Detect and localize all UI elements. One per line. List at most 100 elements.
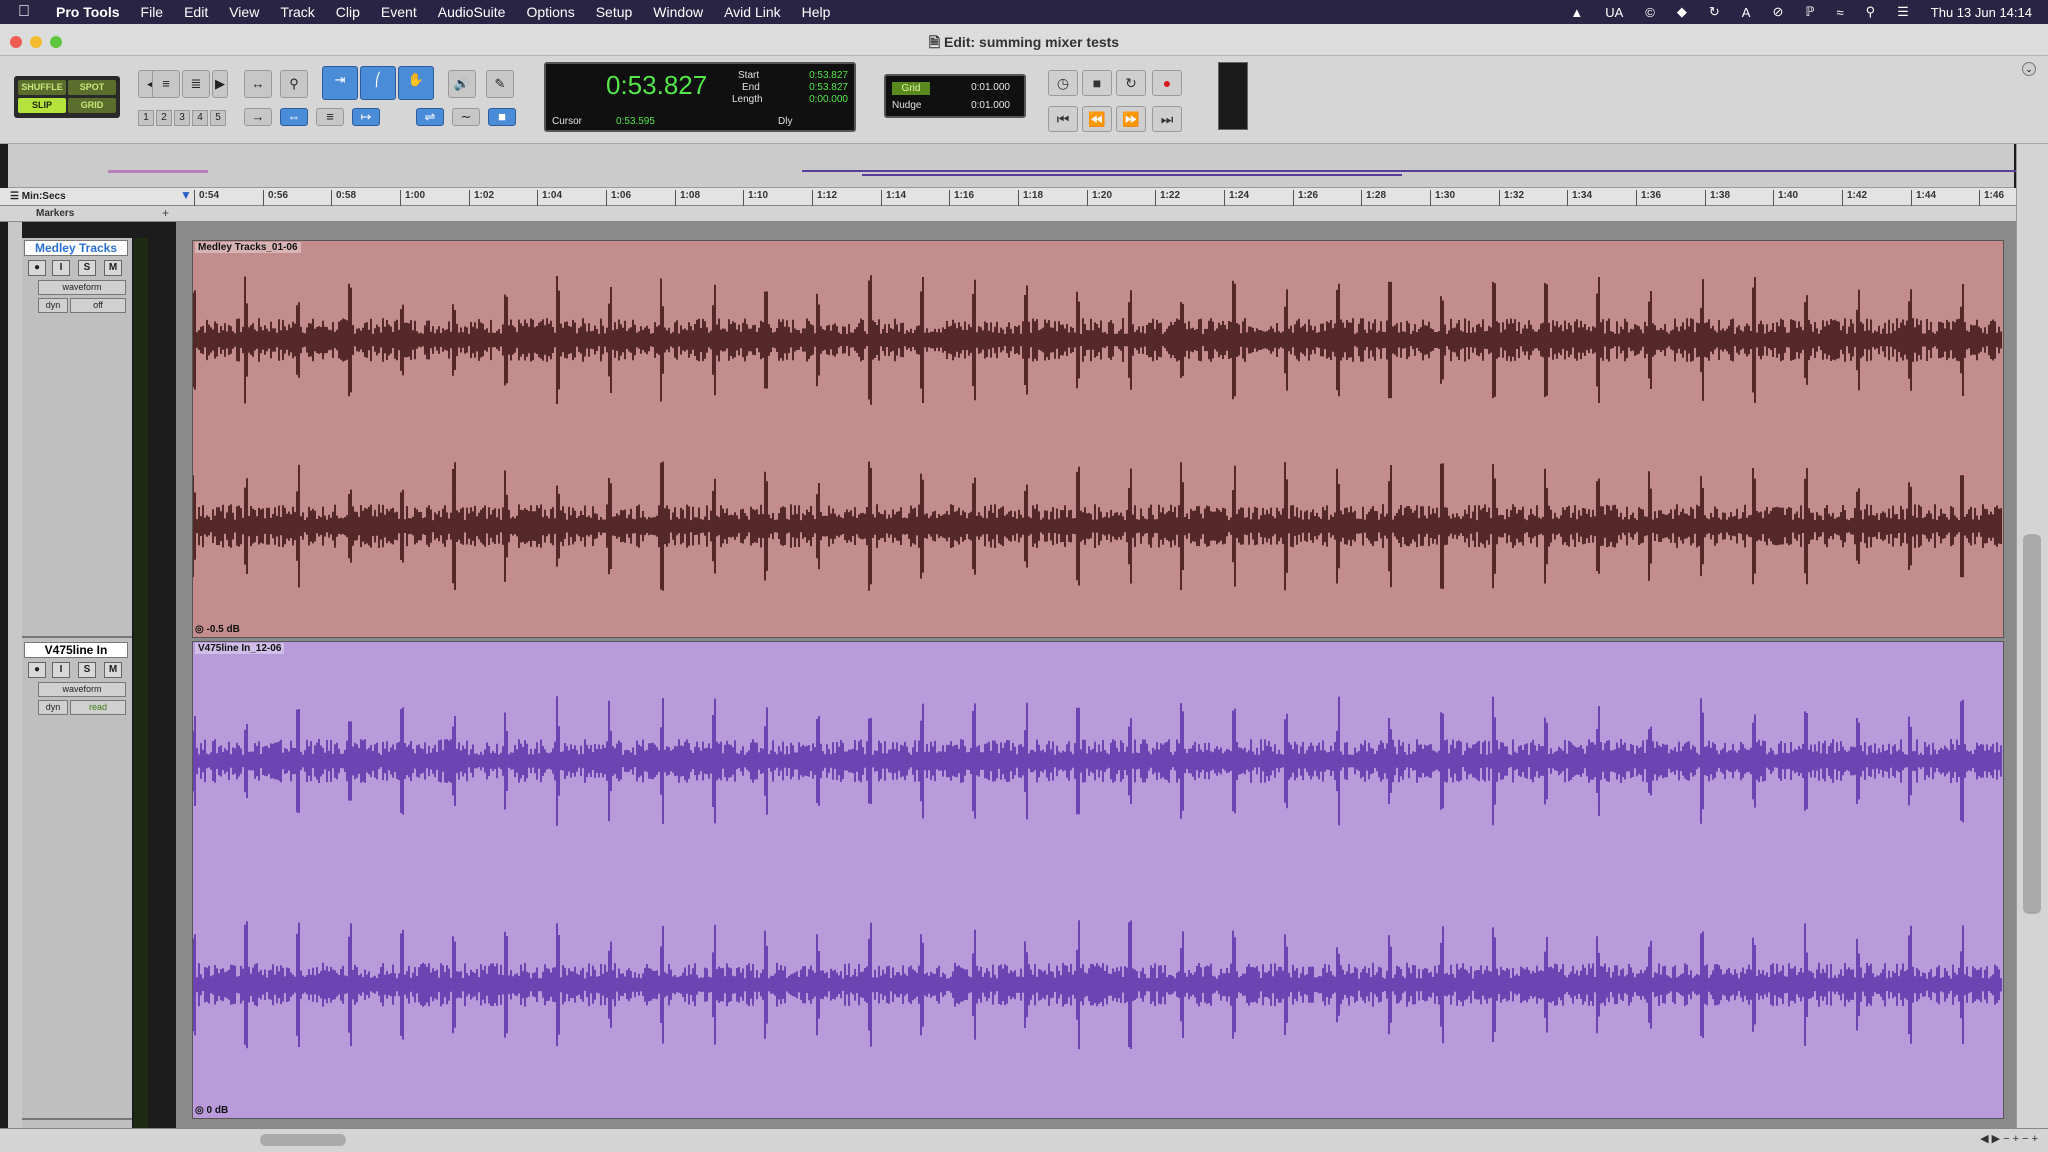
track-view-selector[interactable]: waveform xyxy=(38,682,126,697)
markers-ruler[interactable]: Markers + xyxy=(0,206,2048,222)
spot-mode-button[interactable]: SPOT xyxy=(68,80,116,95)
track-view-selector[interactable]: waveform xyxy=(38,280,126,295)
grid-value[interactable]: 0:01.000 xyxy=(971,82,1010,93)
waveform-zoom-out-icon[interactable]: ≡ xyxy=(152,70,180,98)
automation-mode-selector[interactable]: read xyxy=(70,700,126,715)
online-icon[interactable]: ◷ xyxy=(1048,70,1078,96)
min-secs-ruler[interactable]: ☰ Min:Secs ▼ 0:54 0:56 0:58 1:00 1:02 1:… xyxy=(0,188,2048,206)
scrubber-tool-icon[interactable]: 🔊 xyxy=(448,70,476,98)
audio-clip-v475[interactable]: V475line In_12-06 ◎ 0 dB xyxy=(192,641,2004,1119)
automation-mode-selector[interactable]: off xyxy=(70,298,126,313)
mute-icon[interactable]: ⊘ xyxy=(1772,4,1783,20)
menu-event[interactable]: Event xyxy=(381,4,417,20)
delay-comp-label[interactable]: Dly xyxy=(778,116,792,127)
track-header-v475[interactable]: V475line In ● I S M waveform dyn read xyxy=(22,640,132,1120)
mute-button[interactable]: M xyxy=(104,260,122,276)
input-monitor-button[interactable]: I xyxy=(52,662,70,678)
nudge-value[interactable]: 0:01.000 xyxy=(971,100,1010,111)
zoom-preset-2[interactable]: 2 xyxy=(156,110,172,126)
add-marker-icon[interactable]: + xyxy=(162,206,169,220)
wifi-icon[interactable]: ≈ xyxy=(1836,5,1843,20)
menu-options[interactable]: Options xyxy=(526,4,574,20)
zoom-toggle-button[interactable]: ↔ xyxy=(244,70,272,98)
zoom-preset-4[interactable]: 4 xyxy=(192,110,208,126)
end-value[interactable]: 0:53.827 xyxy=(809,82,848,93)
menu-track[interactable]: Track xyxy=(280,4,314,20)
insertion-follows-playback-icon[interactable]: ↦ xyxy=(352,108,380,126)
rewind-icon[interactable]: ⏪ xyxy=(1082,106,1112,132)
pencil-tool-icon[interactable]: ✎ xyxy=(486,70,514,98)
fast-forward-icon[interactable]: ⏩ xyxy=(1116,106,1146,132)
avid-status-icon[interactable]: ▲ xyxy=(1570,5,1583,20)
record-icon[interactable]: ● xyxy=(1152,70,1182,96)
copyright-icon[interactable]: © xyxy=(1645,5,1655,20)
diamond-icon[interactable]: ◆ xyxy=(1677,4,1687,20)
zoomer-tool-icon[interactable]: ⚲ xyxy=(280,70,308,98)
go-to-end-icon[interactable]: ⏭ xyxy=(1152,106,1182,132)
return-to-zero-icon[interactable]: ⏮ xyxy=(1048,106,1078,132)
waveform-zoom-in-icon[interactable]: ≣ xyxy=(182,70,210,98)
apple-icon[interactable]:  xyxy=(18,3,38,21)
universe-overview[interactable] xyxy=(8,144,2018,188)
menu-help[interactable]: Help xyxy=(802,4,831,20)
tab-to-transient-icon[interactable]: → xyxy=(244,108,272,126)
horizontal-scrollbar[interactable]: ◀ ▶ − + − + xyxy=(0,1128,2048,1152)
track-name[interactable]: Medley Tracks xyxy=(24,240,128,256)
control-center-icon[interactable]: ☰ xyxy=(1897,4,1909,20)
mute-button[interactable]: M xyxy=(104,662,122,678)
scroll-thumb[interactable] xyxy=(260,1134,346,1146)
link-timeline-edit-icon[interactable]: ⇔ xyxy=(280,108,308,126)
refresh-icon[interactable]: ↻ xyxy=(1709,4,1720,20)
stop-icon[interactable]: ■ xyxy=(1082,70,1112,96)
playhead-marker-icon[interactable]: ▼ xyxy=(180,188,194,204)
trim-tool-icon[interactable]: ⇥ xyxy=(322,66,358,100)
record-arm-button[interactable]: ● xyxy=(28,662,46,678)
edit-lock-icon[interactable]: ■ xyxy=(488,108,516,126)
length-value[interactable]: 0:00.000 xyxy=(809,94,848,105)
record-arm-button[interactable]: ● xyxy=(28,260,46,276)
menu-edit[interactable]: Edit xyxy=(184,4,208,20)
search-icon[interactable]: ⚲ xyxy=(1866,4,1876,20)
zoom-in-horizontal-button[interactable]: ▶ xyxy=(212,70,228,98)
track-header-medley[interactable]: Medley Tracks ● I S M waveform dyn off xyxy=(22,238,132,638)
keyboard-input-icon[interactable]: A xyxy=(1742,5,1751,20)
scroll-thumb[interactable] xyxy=(2023,534,2041,914)
menu-file[interactable]: File xyxy=(141,4,164,20)
zoom-controls[interactable]: ◀ ▶ − + − + xyxy=(1980,1132,2038,1145)
grabber-tool-icon[interactable]: ✋ xyxy=(398,66,434,100)
ruler-menu-icon[interactable]: ☰ xyxy=(10,191,19,202)
menu-view[interactable]: View xyxy=(229,4,259,20)
shuffle-mode-button[interactable]: SHUFFLE xyxy=(18,80,66,95)
mirrored-midi-icon[interactable]: ⇌ xyxy=(416,108,444,126)
slip-mode-button[interactable]: SLIP xyxy=(18,98,66,113)
start-value[interactable]: 0:53.827 xyxy=(809,70,848,81)
vertical-scrollbar[interactable] xyxy=(2016,144,2048,1128)
zoom-preset-5[interactable]: 5 xyxy=(210,110,226,126)
main-counter[interactable]: 0:53.827 Start End Length 0:53.827 0:53.… xyxy=(544,62,856,132)
audio-clip-medley[interactable]: Medley Tracks_01-06 ◎ -0.5 dB xyxy=(192,240,2004,638)
ua-status-text[interactable]: UA xyxy=(1605,5,1623,20)
zoom-preset-3[interactable]: 3 xyxy=(174,110,190,126)
dyn-button[interactable]: dyn xyxy=(38,700,68,715)
clock[interactable]: Thu 13 Jun 14:14 xyxy=(1931,5,2032,20)
automation-follows-edit-icon[interactable]: ∼ xyxy=(452,108,480,126)
clip-gain[interactable]: ◎ -0.5 dB xyxy=(195,624,240,635)
zoom-preset-1[interactable]: 1 xyxy=(138,110,154,126)
bluetooth-icon[interactable]: ℙ xyxy=(1805,4,1814,20)
toolbar-options-chevron-down-icon[interactable]: ⌄ xyxy=(2022,62,2036,76)
menu-window[interactable]: Window xyxy=(653,4,703,20)
clip-gain[interactable]: ◎ 0 dB xyxy=(195,1105,228,1116)
selector-tool-icon[interactable]: ⎛ xyxy=(360,66,396,100)
grid-label[interactable]: Grid xyxy=(892,82,930,95)
track-name[interactable]: V475line In xyxy=(24,642,128,658)
solo-button[interactable]: S xyxy=(78,260,96,276)
menu-audiosuite[interactable]: AudioSuite xyxy=(438,4,506,20)
dyn-button[interactable]: dyn xyxy=(38,298,68,313)
menu-app-name[interactable]: Pro Tools xyxy=(56,4,120,20)
menu-avid-link[interactable]: Avid Link xyxy=(724,4,781,20)
menu-clip[interactable]: Clip xyxy=(336,4,360,20)
solo-button[interactable]: S xyxy=(78,662,96,678)
loop-play-icon[interactable]: ↻ xyxy=(1116,70,1146,96)
grid-mode-button[interactable]: GRID xyxy=(68,98,116,113)
menu-setup[interactable]: Setup xyxy=(596,4,633,20)
